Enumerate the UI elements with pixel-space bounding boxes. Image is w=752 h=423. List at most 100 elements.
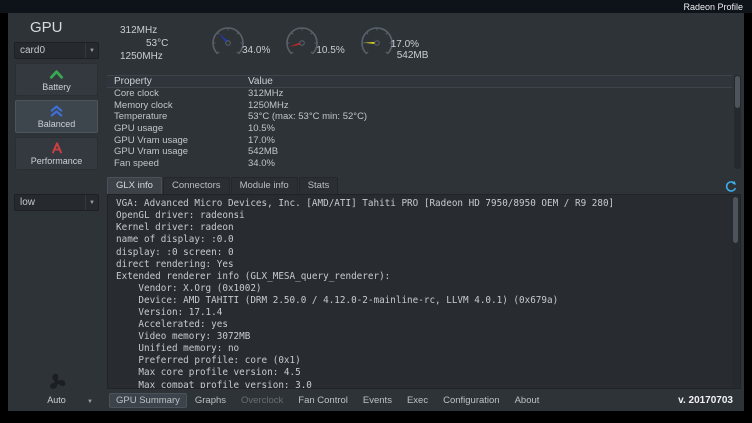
main-tab-exec[interactable]: Exec bbox=[400, 393, 435, 408]
gauge-row: 34.0% 10.5% 17.0%542MB bbox=[206, 23, 438, 63]
profile-button-battery[interactable]: Battery bbox=[15, 63, 98, 96]
fan-icon bbox=[46, 371, 68, 393]
glx-info-panel: VGA: Advanced Micro Devices, Inc. [AMD/A… bbox=[107, 194, 741, 389]
property-table-body: Core clock312MHzMemory clock1250MHzTempe… bbox=[107, 88, 732, 169]
profile-button-balanced[interactable]: Balanced bbox=[15, 100, 98, 133]
gauge-gpu-usage: 10.5% bbox=[280, 23, 344, 63]
table-row: GPU usage10.5% bbox=[107, 123, 732, 135]
property-name: Fan speed bbox=[114, 158, 248, 169]
window-title: Radeon Profile bbox=[683, 2, 743, 12]
chevron-down-icon: ▼ bbox=[85, 43, 98, 58]
titlebar: Radeon Profile bbox=[0, 0, 752, 13]
glx-info-line: Max compat profile version: 3.0 bbox=[116, 380, 732, 389]
main-tab-configuration[interactable]: Configuration bbox=[436, 393, 507, 408]
glx-info-line: Device: AMD TAHITI (DRM 2.50.0 / 4.12.0-… bbox=[116, 295, 732, 307]
auto-label: Auto bbox=[47, 395, 66, 405]
property-name: GPU Vram usage bbox=[114, 146, 248, 157]
profile-button-performance[interactable]: Performance bbox=[15, 137, 98, 170]
gauge-gpu-usage-readout: 10.5% bbox=[316, 45, 344, 56]
glx-info-line: Max core profile version: 4.5 bbox=[116, 367, 732, 379]
main-tab-graphs[interactable]: Graphs bbox=[188, 393, 233, 408]
clock-readouts: 312MHz 53°C 1250MHz bbox=[120, 24, 206, 63]
info-tab-stats[interactable]: Stats bbox=[299, 177, 339, 194]
table-row: GPU Vram usage17.0% bbox=[107, 134, 732, 146]
property-name: Core clock bbox=[114, 88, 248, 99]
table-row: Temperature53°C (max: 53°C min: 52°C) bbox=[107, 111, 732, 123]
glx-scrollbar[interactable] bbox=[732, 196, 739, 387]
glx-scrollbar-thumb[interactable] bbox=[733, 197, 738, 243]
temperature-value: 53°C bbox=[146, 37, 206, 50]
glx-info-line: OpenGL driver: radeonsi bbox=[116, 210, 732, 222]
property-name: GPU Vram usage bbox=[114, 135, 248, 146]
power-profile-buttons: Battery Balanced Performance bbox=[13, 59, 100, 172]
glx-info-line: Version: 17.1.4 bbox=[116, 307, 732, 319]
glx-info-line: VGA: Advanced Micro Devices, Inc. [AMD/A… bbox=[116, 198, 732, 210]
power-level-value: low bbox=[20, 197, 85, 208]
property-value: 542MB bbox=[248, 146, 732, 157]
info-tab-glx-info[interactable]: GLX info bbox=[107, 177, 162, 194]
property-value: 34.0% bbox=[248, 158, 732, 169]
profile-label: Performance bbox=[31, 156, 83, 166]
table-row: Fan speed34.0% bbox=[107, 158, 732, 170]
gauge-fan-speed-dial bbox=[206, 23, 250, 63]
property-table: PropertyValue Core clock312MHzMemory clo… bbox=[107, 75, 741, 169]
main-tab-gpu-summary[interactable]: GPU Summary bbox=[109, 393, 187, 408]
table-row: GPU Vram usage542MB bbox=[107, 146, 732, 158]
glx-info-line: Extended renderer info (GLX_MESA_query_r… bbox=[116, 271, 732, 283]
gpu-card-select[interactable]: card0 ▼ bbox=[14, 42, 99, 59]
column-header-value: Value bbox=[248, 76, 732, 87]
property-value: 17.0% bbox=[248, 135, 732, 146]
main-tabbar: GPU SummaryGraphsOverclockFan ControlEve… bbox=[107, 389, 741, 408]
property-name: Temperature bbox=[114, 111, 248, 122]
glx-info-line: direct rendering: Yes bbox=[116, 259, 732, 271]
property-table-header: PropertyValue bbox=[107, 75, 732, 88]
main-tab-overclock: Overclock bbox=[234, 393, 290, 408]
gpu-card-select-value: card0 bbox=[20, 45, 85, 56]
refresh-icon bbox=[724, 180, 738, 194]
table-row: Memory clock1250MHz bbox=[107, 100, 732, 112]
power-level-select[interactable]: low ▼ bbox=[14, 194, 99, 211]
radeon-profile-window: GPU card0 ▼ Battery Balanced Performance l… bbox=[8, 13, 744, 411]
profile-label: Battery bbox=[42, 82, 71, 92]
glx-info-line: Unified memory: no bbox=[116, 343, 732, 355]
gauge-fan-speed: 34.0% bbox=[206, 23, 270, 63]
summary-header: 312MHz 53°C 1250MHz 34.0% 10.5% 17.0%542MB bbox=[107, 13, 741, 73]
main-content: 312MHz 53°C 1250MHz 34.0%10.5%17.0%542MB… bbox=[105, 13, 744, 411]
info-tab-connectors[interactable]: Connectors bbox=[163, 177, 230, 194]
glx-info-line: Accelerated: yes bbox=[116, 319, 732, 331]
main-tab-fan-control[interactable]: Fan Control bbox=[291, 393, 355, 408]
property-name: GPU usage bbox=[114, 123, 248, 134]
property-name: Memory clock bbox=[114, 100, 248, 111]
gauge-fan-speed-readout: 34.0% bbox=[242, 45, 270, 56]
glx-info-line: name of display: :0.0 bbox=[116, 234, 732, 246]
info-tab-module-info[interactable]: Module info bbox=[231, 177, 298, 194]
sidebar: GPU card0 ▼ Battery Balanced Performance l… bbox=[8, 13, 105, 411]
property-value: 1250MHz bbox=[248, 100, 732, 111]
column-header-property: Property bbox=[114, 76, 248, 87]
glx-info-line: Video memory: 3072MB bbox=[116, 331, 732, 343]
glx-info-line: display: :0 screen: 0 bbox=[116, 247, 732, 259]
property-value: 10.5% bbox=[248, 123, 732, 134]
gauge-vram-usage-readout: 17.0%542MB bbox=[391, 39, 429, 61]
table-row: Core clock312MHz bbox=[107, 88, 732, 100]
core-clock-value: 312MHz bbox=[120, 24, 206, 37]
info-tabbar: GLX infoConnectorsModule infoStats bbox=[107, 178, 741, 194]
glx-info-text: VGA: Advanced Micro Devices, Inc. [AMD/A… bbox=[116, 198, 732, 389]
refresh-button[interactable] bbox=[722, 179, 739, 194]
glx-info-line: Kernel driver: radeon bbox=[116, 222, 732, 234]
main-tab-about[interactable]: About bbox=[508, 393, 547, 408]
gpu-label: GPU bbox=[13, 16, 100, 42]
main-tab-events[interactable]: Events bbox=[356, 393, 399, 408]
table-scrollbar-thumb[interactable] bbox=[735, 76, 740, 108]
property-value: 53°C (max: 53°C min: 52°C) bbox=[248, 111, 732, 122]
table-scrollbar[interactable] bbox=[734, 75, 741, 169]
balanced-profile-icon bbox=[49, 105, 64, 117]
glx-info-line: Vendor: X.Org (0x1002) bbox=[116, 283, 732, 295]
memory-clock-value: 1250MHz bbox=[120, 50, 206, 63]
auto-fan-button[interactable]: Auto ▼ bbox=[13, 367, 100, 407]
performance-profile-icon bbox=[50, 142, 64, 154]
chevron-down-icon: ▼ bbox=[87, 399, 93, 405]
gauge-vram-usage: 17.0%542MB bbox=[355, 23, 429, 63]
battery-profile-icon bbox=[49, 68, 64, 80]
gauge-gpu-usage-dial bbox=[280, 23, 324, 63]
